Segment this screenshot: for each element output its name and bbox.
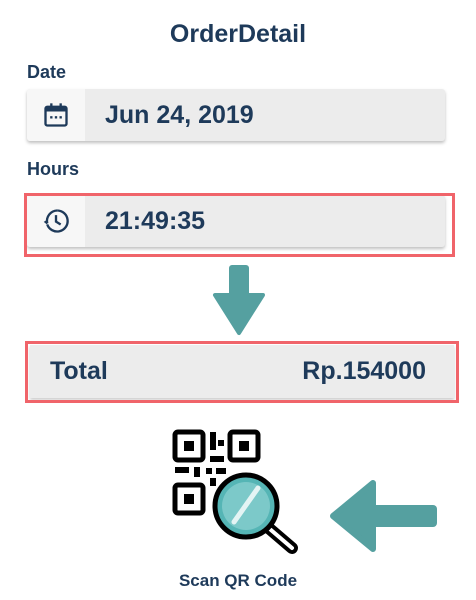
scan-qr-label[interactable]: Scan QR Code xyxy=(0,571,476,591)
date-value: Jun 24, 2019 xyxy=(105,100,254,129)
hours-highlight-box xyxy=(24,193,455,257)
total-highlight-box xyxy=(25,341,459,403)
page-title: OrderDetail xyxy=(169,20,307,48)
scan-qr-button[interactable] xyxy=(168,426,308,556)
qr-scan-icon xyxy=(172,429,298,554)
date-field[interactable]: Jun 24, 2019 xyxy=(27,89,445,141)
date-label: Date xyxy=(27,62,67,82)
calendar-icon xyxy=(27,89,85,141)
hours-label: Hours xyxy=(27,159,80,179)
arrow-left-icon xyxy=(330,480,437,552)
arrow-down-icon xyxy=(213,265,265,335)
